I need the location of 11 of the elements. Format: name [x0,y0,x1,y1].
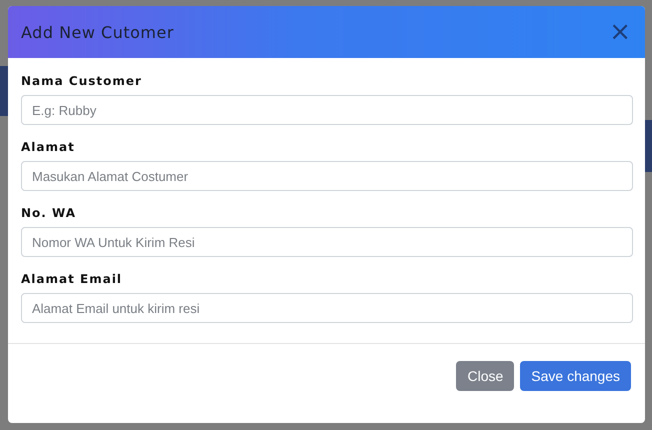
input-field[interactable]: Nomor WA Untuk Kirim Resi [21,227,633,257]
field-label: Nama Customer [21,74,143,88]
input-field[interactable]: E.g: Rubby [21,95,633,125]
input-field[interactable]: Alamat Email untuk kirim resi [21,293,633,323]
field-label: Alamat Email [21,272,124,286]
field-label: No. WA [21,206,78,220]
input-field[interactable]: Masukan Alamat Costumer [21,161,633,191]
dialog-title: Add New Cutomer [21,22,174,42]
save-button[interactable]: Save changes [520,361,631,391]
field-label: Alamat [21,140,76,154]
close-button[interactable]: Close [456,361,514,391]
